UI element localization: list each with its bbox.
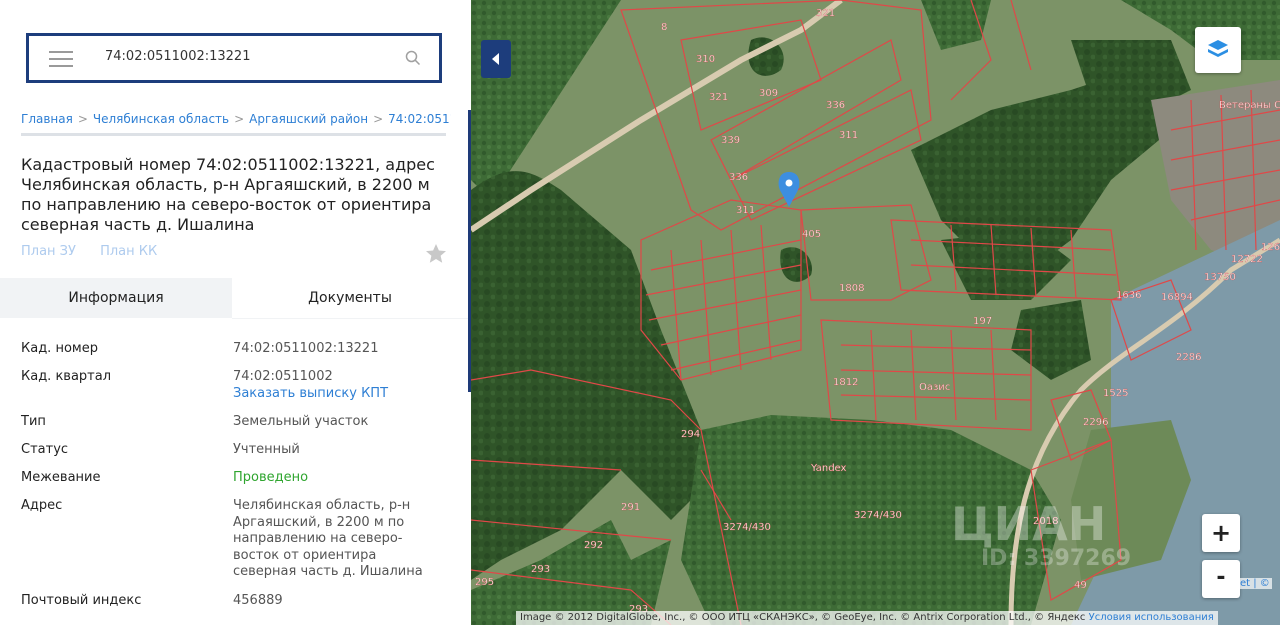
parcel-label: 12722 [1231,254,1263,265]
value-type: Земельный участок [233,414,369,429]
layers-button[interactable] [1195,27,1241,73]
menu-icon[interactable] [49,51,73,67]
parcel-label: 1264 [1261,242,1280,253]
parcel-label: 1808 [839,283,864,294]
label-address: Адрес [21,498,63,513]
search-input[interactable] [103,48,387,65]
parcel-label: 309 [759,88,778,99]
attribution-text: Image © 2012 DigitalGlobe, Inc., © ООО И… [520,612,1086,623]
breadcrumb-home[interactable]: Главная [21,112,73,126]
label-postcode: Почтовый индекс [21,593,142,608]
label-kad-quarter: Кад. квартал [21,369,112,384]
map[interactable]: 8 321 310 321 309 336 311 339 336 311 40… [471,0,1280,625]
star-icon[interactable] [424,242,448,266]
parcel-label: 339 [721,135,740,146]
terms-link[interactable]: Условия использования [1089,612,1214,623]
value-kad-quarter: 74:02:0511002 [233,369,333,384]
collapse-panel-button[interactable] [481,40,511,78]
watermark-id: ID: 3397269 [981,546,1131,571]
parcel-label: 2296 [1083,417,1108,428]
parcel-label: 49 [1074,580,1087,591]
search-icon[interactable] [405,50,421,66]
breadcrumb-quarter[interactable]: 74:02:0511002 [388,112,451,126]
zoom-out-button[interactable]: - [1202,560,1240,598]
value-postcode: 456889 [233,593,283,608]
breadcrumb-district[interactable]: Аргаяшский район [249,112,368,126]
arrow-left-icon [492,53,499,65]
value-survey: Проведено [233,470,309,485]
page-title: Кадастровый номер 74:02:0511002:13221, а… [21,155,435,234]
breadcrumb-scrollbar[interactable] [21,133,446,136]
parcel-label: 8 [661,22,667,33]
search-box[interactable] [26,33,442,83]
place-label-oasis: Оазис [919,382,950,393]
parcel-label: 321 [709,92,728,103]
parcel-label: 291 [621,502,640,513]
watermark: ЦИАН [951,497,1106,551]
order-kpt-link[interactable]: Заказать выписку КПТ [233,386,388,401]
label-type: Тип [21,414,46,429]
parcel-label: 3274/430 [723,522,771,533]
map-attribution: Image © 2012 DigitalGlobe, Inc., © ООО И… [516,611,1218,625]
parcel-label: 16894 [1161,292,1193,303]
parcel-label: 321 [816,8,835,19]
label-survey: Межевание [21,470,101,485]
plan-zu-link[interactable]: План ЗУ [21,244,76,259]
layers-icon [1208,40,1228,57]
parcel-label: 311 [736,205,755,216]
value-kad-number: 74:02:0511002:13221 [233,341,379,356]
parcel-label: 311 [839,130,858,141]
parcel-label: 293 [531,564,550,575]
place-label-veterans: Ветераны Спор [1219,100,1280,111]
tabs: Информация Документы [0,278,468,319]
parcel-label: 1636 [1116,290,1141,301]
value-address: Челябинская область, р-н Аргаяшский, в 2… [233,498,423,579]
parcel-label: 1525 [1103,388,1128,399]
satellite-map[interactable]: 8 321 310 321 309 336 311 339 336 311 40… [471,0,1280,625]
value-status: Учтенный [233,442,300,457]
place-label-yandex: Yandex [810,463,847,474]
parcel-label: 292 [584,540,603,551]
zoom-in-button[interactable]: + [1202,514,1240,552]
leaflet-attribution[interactable]: et | © [1238,578,1272,589]
parcel-label: 2286 [1176,352,1201,363]
parcel-label: 405 [802,229,821,240]
parcel-label: 3274/430 [854,510,902,521]
tab-documents[interactable]: Документы [232,278,468,319]
label-kad-number: Кад. номер [21,341,98,356]
breadcrumb-region[interactable]: Челябинская область [93,112,229,126]
parcel-label: 197 [973,316,992,327]
info-panel: Главная>Челябинская область>Аргаяшский р… [0,0,471,625]
parcel-label: 1812 [833,377,858,388]
parcel-label: 294 [681,429,700,440]
plan-kk-link[interactable]: План КК [100,244,157,259]
parcel-label: 13750 [1204,272,1236,283]
parcel-label: 310 [696,54,715,65]
parcel-label: 336 [729,172,748,183]
parcel-label: 336 [826,100,845,111]
parcel-label: 295 [475,577,494,588]
tab-info[interactable]: Информация [0,278,232,318]
label-status: Статус [21,442,69,457]
breadcrumb: Главная > Челябинская область > Аргаяшский р… [21,112,451,126]
plan-links: План ЗУ План КК [21,244,177,259]
